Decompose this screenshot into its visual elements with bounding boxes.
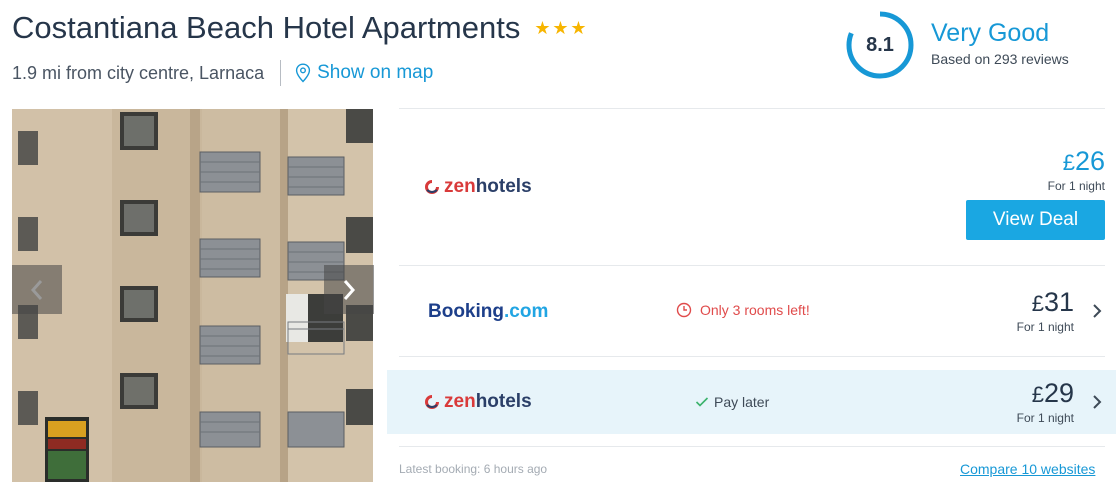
availability-text: Only 3 rooms left! [700, 302, 810, 318]
zenhotels-logo[interactable]: zen hotels [423, 176, 532, 198]
hotel-name: Costantiana Beach Hotel Apartments [12, 10, 521, 45]
deal-price: £29 For 1 night [1017, 379, 1074, 425]
per-night-label: For 1 night [1047, 179, 1105, 193]
location-line: 1.9 mi from city centre, Larnaca Show on… [12, 60, 433, 86]
star-icon: ★ [534, 17, 551, 39]
distance-text: 1.9 mi from city centre, Larnaca [12, 62, 265, 83]
rating-summary: Very Good Based on 293 reviews [931, 18, 1069, 67]
star-icon: ★ [570, 17, 587, 39]
payment-text: Pay later [714, 394, 770, 410]
payment-notice: Pay later [695, 394, 769, 410]
divider [399, 356, 1105, 357]
rating-score: 8.1 [866, 33, 894, 56]
zenhotels-mark-icon [425, 395, 439, 409]
availability-notice: Only 3 rooms left! [676, 302, 810, 318]
gallery-next-button[interactable] [324, 265, 374, 314]
provider-name-part: hotels [475, 391, 532, 412]
map-pin-icon [296, 63, 311, 83]
price-value: 31 [1043, 287, 1074, 317]
view-deal-button[interactable]: View Deal [966, 200, 1105, 240]
star-icon: ★ [552, 17, 569, 39]
divider [399, 265, 1105, 266]
gallery-prev-button[interactable] [12, 265, 62, 314]
show-on-map-link[interactable]: Show on map [295, 62, 433, 84]
currency-symbol: £ [1062, 150, 1075, 175]
currency-symbol: £ [1031, 291, 1044, 316]
price-value: 26 [1074, 146, 1105, 176]
currency-symbol: £ [1031, 382, 1044, 407]
provider-name-part: .com [504, 301, 549, 322]
zenhotels-mark-icon [425, 180, 439, 194]
rating-label: Very Good [931, 19, 1050, 47]
provider-name-part: hotels [475, 176, 532, 197]
star-rating: ★ ★ ★ [534, 17, 587, 39]
chevron-right-icon [343, 279, 356, 300]
provider-name-part: zen [444, 176, 476, 197]
chevron-right-icon[interactable] [1090, 393, 1104, 411]
per-night-label: For 1 night [1016, 411, 1074, 425]
deal-price: £31 For 1 night [1017, 288, 1074, 334]
divider [280, 60, 282, 86]
hotel-photo[interactable] [12, 109, 373, 482]
divider [399, 108, 1105, 109]
booking-com-logo[interactable]: Booking .com [428, 301, 548, 323]
clock-icon [676, 302, 692, 318]
compare-websites-link[interactable]: Compare 10 websites [960, 461, 1095, 477]
provider-name-part: Booking [428, 301, 504, 322]
price-value: 29 [1043, 378, 1074, 408]
review-count: Based on 293 reviews [931, 51, 1069, 67]
per-night-label: For 1 night [1016, 320, 1074, 334]
zenhotels-logo[interactable]: zen hotels [423, 391, 532, 413]
divider [399, 446, 1105, 447]
chevron-left-icon [30, 279, 43, 300]
show-on-map-label: Show on map [317, 62, 434, 83]
check-icon [695, 397, 709, 407]
latest-booking-text: Latest booking: 6 hours ago [399, 462, 548, 476]
chevron-right-icon[interactable] [1090, 302, 1104, 320]
provider-name-part: zen [444, 391, 476, 412]
hotel-building-image [12, 109, 373, 482]
rating-badge: 8.1 [846, 11, 914, 79]
hotel-title: Costantiana Beach Hotel Apartments ★ ★ ★ [12, 10, 587, 46]
deal-price: £26 For 1 night [1048, 147, 1105, 193]
